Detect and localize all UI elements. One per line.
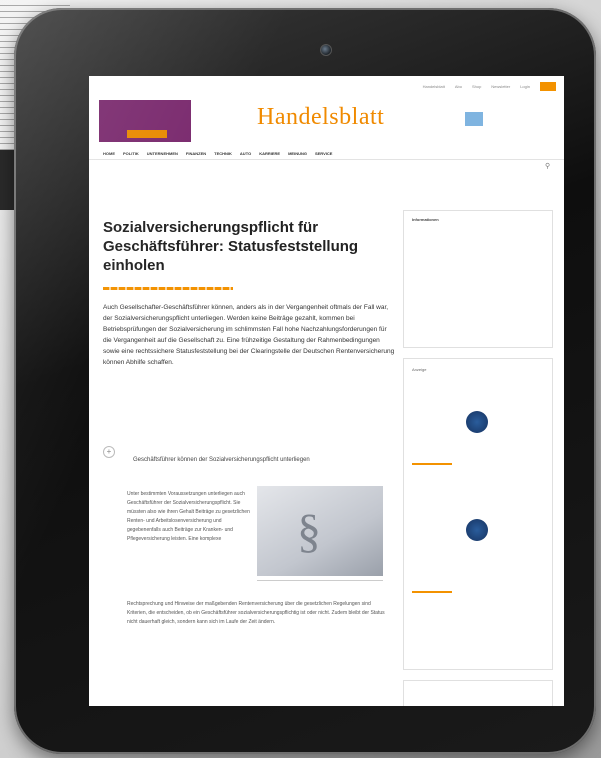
nav-item-auto[interactable]: AUTO — [240, 148, 251, 159]
nav-item-service[interactable]: SERVICE — [315, 148, 333, 159]
section-body-column: Unter bestimmten Voraussetzungen unterli… — [127, 491, 250, 542]
title-divider — [103, 287, 233, 290]
nav-item-home[interactable]: HOME — [103, 148, 115, 159]
paragraph-sign-photo: § — [257, 486, 383, 576]
topbar-item[interactable]: Login — [520, 84, 530, 89]
section-body-wide: Rechtsprechung und Hinweise der maßgeben… — [127, 601, 385, 625]
subscribe-button[interactable] — [540, 81, 556, 91]
ad-kicker-rule — [412, 591, 452, 593]
nav-item-unternehmen[interactable]: UNTERNEHMEN — [147, 148, 178, 159]
topbar-item[interactable]: Shop — [472, 84, 481, 89]
banner-ad-button[interactable] — [127, 130, 167, 138]
ad-label: Anzeige — [412, 367, 427, 372]
masthead: Handelsblatt — [89, 96, 564, 146]
banner-ad[interactable] — [99, 100, 191, 142]
topbar-item[interactable]: Newsletter — [491, 84, 510, 89]
photo-divider — [257, 580, 383, 581]
main-nav: HOME POLITIK UNTERNEHMEN FINANZEN TECHNI… — [89, 148, 564, 160]
promo-icon[interactable] — [465, 112, 483, 126]
camera-icon — [320, 44, 332, 56]
tablet-screen: Handelsblatt Abo Shop Newsletter Login H… — [89, 76, 564, 706]
sidebar-info-card: Informationen — [403, 210, 553, 348]
ad-kicker-rule — [412, 463, 452, 465]
seal-icon — [466, 519, 488, 541]
topbar-item[interactable]: Abo — [455, 84, 462, 89]
section-subhead: Geschäftsführer können der Sozialversich… — [133, 457, 310, 463]
nav-item-technik[interactable]: TECHNIK — [214, 148, 232, 159]
teaser-lines — [103, 180, 463, 192]
tablet-device: Handelsblatt Abo Shop Newsletter Login H… — [14, 8, 596, 754]
nav-item-politik[interactable]: POLITIK — [123, 148, 139, 159]
nav-item-karriere[interactable]: KARRIERE — [259, 148, 280, 159]
plus-icon[interactable]: + — [103, 446, 115, 458]
nav-item-finanzen[interactable]: FINANZEN — [186, 148, 206, 159]
article-lead: Auch Gesellschafter-Geschäftsführer könn… — [103, 304, 395, 366]
info-card-heading: Informationen — [412, 217, 439, 222]
seal-caption — [438, 547, 520, 551]
search-icon[interactable]: ⚲ — [545, 162, 550, 170]
article-title: Sozialversicherungspflicht für Geschäfts… — [103, 219, 359, 274]
sidebar: Informationen Anzeige — [403, 210, 553, 706]
nav-item-meinung[interactable]: MEINUNG — [288, 148, 307, 159]
seal-caption — [438, 439, 520, 443]
sidebar-ad-card[interactable]: Anzeige — [403, 358, 553, 670]
topbar-item[interactable]: Handelsblatt — [423, 84, 445, 89]
site-logo[interactable]: Handelsblatt — [257, 104, 384, 131]
seal-icon — [466, 411, 488, 433]
top-bar: Handelsblatt Abo Shop Newsletter Login — [89, 76, 564, 96]
article: Sozialversicherungspflicht für Geschäfts… — [103, 218, 397, 368]
paragraph-sign-icon: § — [297, 505, 321, 558]
sidebar-small-card — [403, 680, 553, 706]
